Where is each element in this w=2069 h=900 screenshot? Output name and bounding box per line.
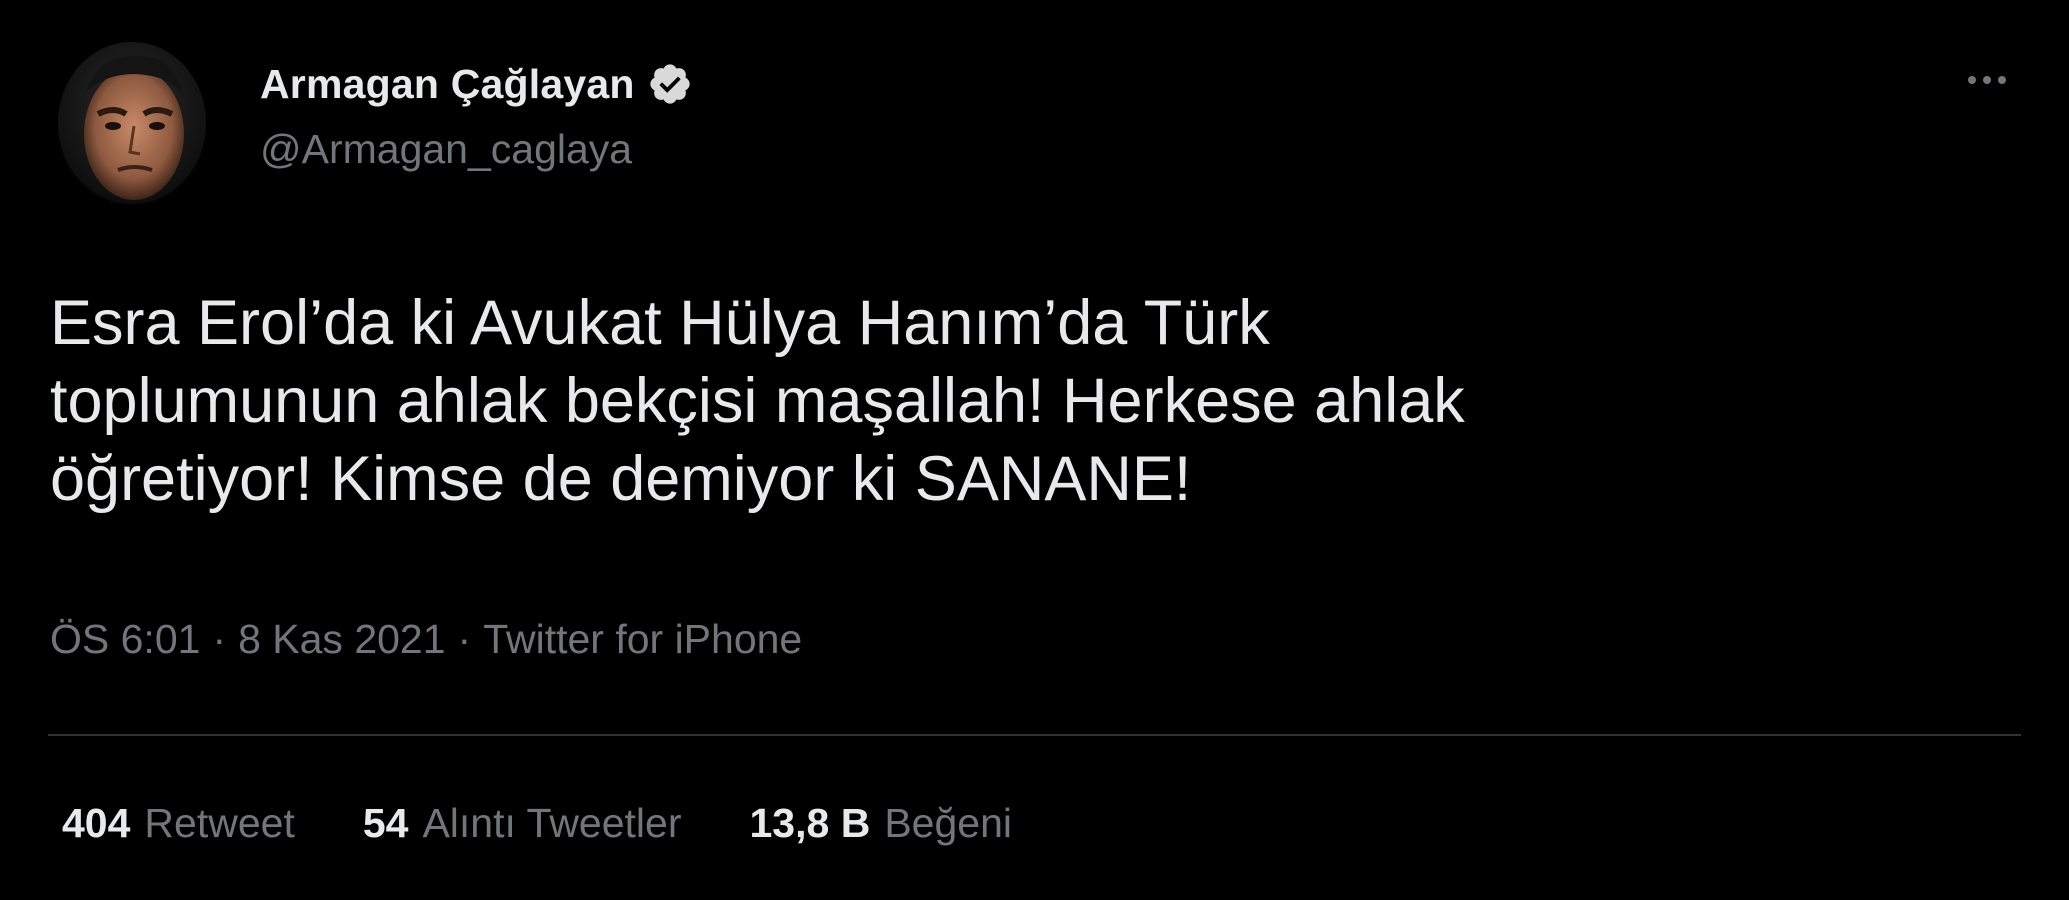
- stat-label: Retweet: [144, 800, 295, 846]
- retweet-count[interactable]: 404 Retweet: [62, 800, 295, 847]
- author-display-name[interactable]: Armagan Çağlayan: [260, 61, 635, 108]
- more-horizontal-icon: [1968, 76, 1976, 84]
- stat-label: Alıntı Tweetler: [422, 800, 682, 846]
- tweet-text: Esra Erol’da ki Avukat Hülya Hanım’da Tü…: [50, 284, 1950, 518]
- tweet-meta: ÖS 6:01 · 8 Kas 2021 · Twitter for iPhone: [50, 616, 802, 663]
- profile-photo-icon: [58, 42, 206, 204]
- quote-tweet-count[interactable]: 54 Alıntı Tweetler: [363, 800, 682, 847]
- like-count[interactable]: 13,8 B Beğeni: [750, 800, 1012, 847]
- tweet-text-line: Esra Erol’da ki Avukat Hülya Hanım’da Tü…: [50, 288, 1270, 358]
- meta-separator: ·: [457, 616, 472, 662]
- meta-separator: ·: [212, 616, 227, 662]
- tweet-source[interactable]: Twitter for iPhone: [483, 616, 802, 662]
- more-horizontal-icon: [1983, 76, 1991, 84]
- tweet-text-line: toplumunun ahlak bekçisi maşallah! Herke…: [50, 366, 1465, 436]
- author-name-row[interactable]: Armagan Çağlayan: [260, 56, 693, 112]
- tweet-time[interactable]: ÖS 6:01: [50, 616, 200, 662]
- stat-count: 54: [362, 800, 409, 846]
- stat-count: 404: [62, 800, 131, 846]
- verified-badge-icon: [647, 61, 693, 107]
- stat-label: Beğeni: [884, 800, 1012, 846]
- tweet-date[interactable]: 8 Kas 2021: [238, 616, 445, 662]
- tweet-detail: Armagan Çağlayan @Armagan_caglaya Esra E…: [0, 0, 2069, 900]
- tweet-text-line: öğretiyor! Kimse de demiyor ki SANANE!: [50, 444, 1192, 514]
- divider: [48, 734, 2021, 736]
- more-horizontal-icon: [1998, 76, 2006, 84]
- more-options-button[interactable]: [1957, 58, 2017, 102]
- avatar[interactable]: [58, 42, 206, 204]
- author-handle[interactable]: @Armagan_caglaya: [260, 126, 632, 173]
- stat-count: 13,8 B: [749, 800, 871, 846]
- tweet-stats: 404 Retweet 54 Alıntı Tweetler 13,8 B Be…: [62, 800, 1080, 847]
